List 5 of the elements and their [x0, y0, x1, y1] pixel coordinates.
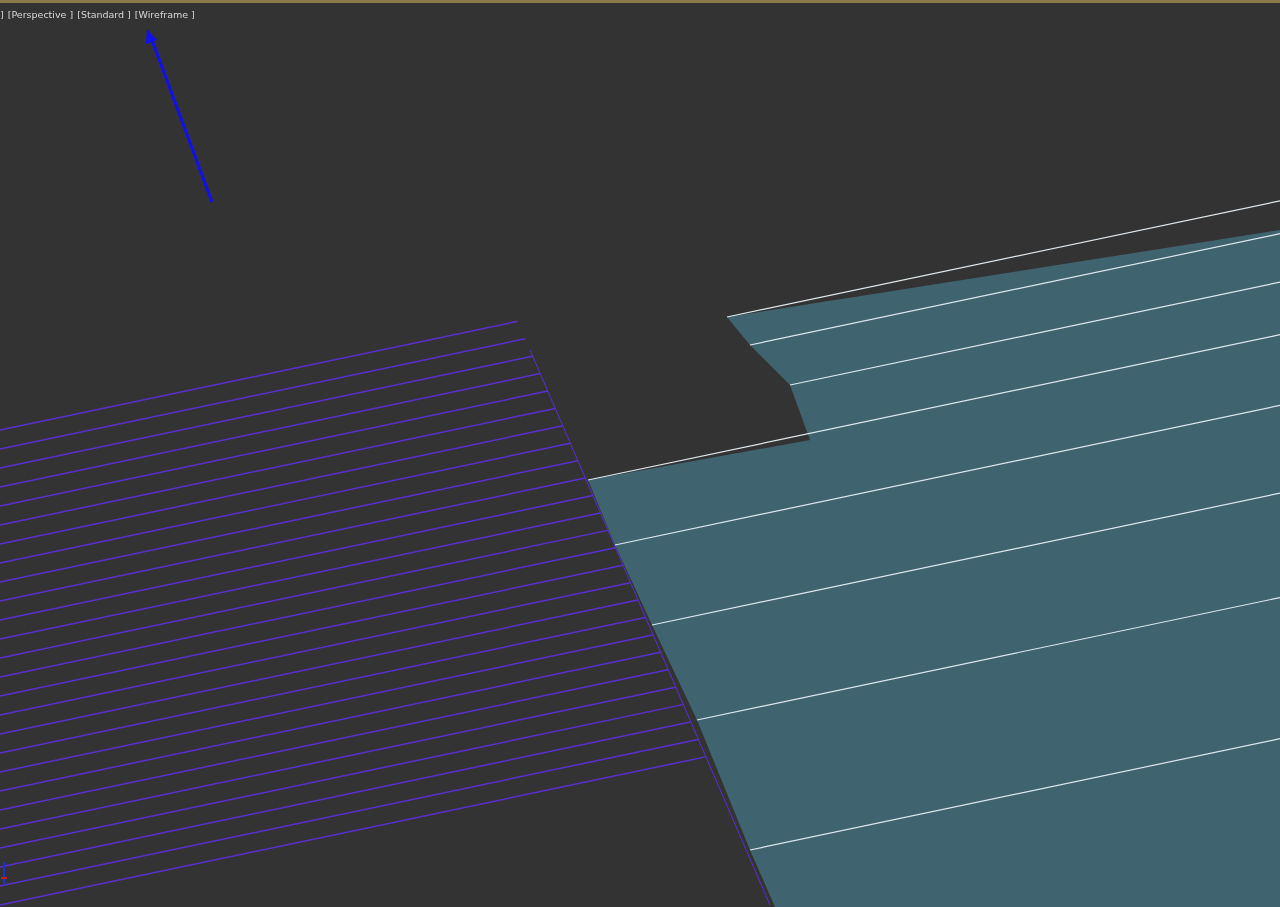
viewport-label[interactable]: [Standard ] [77, 9, 131, 20]
viewport-label[interactable]: ] [0, 9, 4, 20]
viewport-label[interactable]: [Perspective ] [7, 9, 74, 20]
axis-gizmo-icon [0, 861, 8, 885]
viewport-label[interactable]: [Wireframe ] [134, 9, 195, 20]
